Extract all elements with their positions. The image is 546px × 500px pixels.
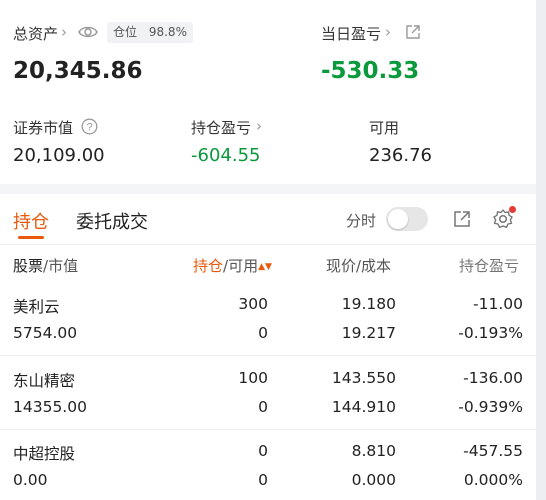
position-label: 仓位 xyxy=(113,25,138,39)
sort-icon: ▲▼ xyxy=(258,262,272,272)
column-header-price[interactable]: 现价/成本 xyxy=(326,255,391,276)
current-price: 8.810 xyxy=(351,442,396,460)
tab-orders[interactable]: 委托成交 xyxy=(76,208,148,234)
header-available: /可用 xyxy=(223,257,259,275)
holding-qty: 100 xyxy=(238,369,268,387)
holding-pnl: -457.55 xyxy=(463,442,523,460)
notification-dot xyxy=(509,206,516,213)
chevron-right-icon[interactable]: › xyxy=(385,23,391,41)
stock-name: 美利云 xyxy=(13,298,60,316)
available-qty: 0 xyxy=(258,471,268,489)
divider xyxy=(0,355,536,356)
holding-pnl: -11.00 xyxy=(473,295,523,313)
holdings-card xyxy=(0,194,536,500)
current-price: 143.550 xyxy=(331,369,396,387)
stock-market-value: 14355.00 xyxy=(13,398,87,416)
available-label: 可用 xyxy=(369,119,400,137)
chevron-right-icon[interactable]: › xyxy=(256,117,262,135)
background-strip xyxy=(536,0,546,500)
active-tab-indicator xyxy=(18,236,44,239)
total-assets-label[interactable]: 总资产 xyxy=(13,23,58,44)
toggle-knob xyxy=(388,209,408,229)
cost-price: 19.217 xyxy=(341,324,396,342)
divider xyxy=(0,244,536,245)
cost-price: 0.000 xyxy=(351,471,396,489)
divider xyxy=(0,429,536,430)
holding-pnl-percent: -0.193% xyxy=(458,324,523,342)
chevron-right-icon[interactable]: › xyxy=(61,23,67,41)
holding-pnl-percent: 0.000% xyxy=(463,471,523,489)
market-value-label: 证券市值 xyxy=(13,119,74,137)
market-value-value: 20,109.00 xyxy=(13,145,105,166)
stock-name: 东山精密 xyxy=(13,372,76,390)
stock-name: 中超控股 xyxy=(13,445,76,463)
stock-market-value: 0.00 xyxy=(13,471,48,489)
external-link-icon[interactable] xyxy=(405,24,421,44)
timeshare-label: 分时 xyxy=(346,212,377,230)
available-value: 236.76 xyxy=(369,145,432,166)
current-price: 19.180 xyxy=(341,295,396,313)
timeshare-toggle[interactable] xyxy=(386,207,428,231)
header-market-value: /市值 xyxy=(43,257,79,275)
daily-pnl-label[interactable]: 当日盈亏 xyxy=(321,23,381,44)
daily-pnl-value: -530.33 xyxy=(321,58,420,84)
position-badge: 仓位 98.8% xyxy=(107,22,193,43)
header-stock: 股票 xyxy=(13,257,44,275)
total-assets-value: 20,345.86 xyxy=(13,58,143,84)
column-header-holding[interactable]: 持仓/可用▲▼ xyxy=(193,255,272,276)
holding-qty: 0 xyxy=(258,442,268,460)
holding-pnl-label[interactable]: 持仓盈亏 xyxy=(191,117,251,138)
holding-pnl-value: -604.55 xyxy=(191,145,261,166)
column-header-stock[interactable]: 股票/市值 xyxy=(13,255,78,276)
eye-icon[interactable] xyxy=(78,24,98,44)
stock-market-value: 5754.00 xyxy=(13,324,78,342)
help-circle-icon[interactable]: ? xyxy=(81,118,98,139)
tab-holdings[interactable]: 持仓 xyxy=(13,208,49,234)
available-qty: 0 xyxy=(258,324,268,342)
available-qty: 0 xyxy=(258,398,268,416)
header-holding: 持仓 xyxy=(193,257,224,275)
column-header-pnl[interactable]: 持仓盈亏 xyxy=(459,255,519,276)
holding-pnl: -136.00 xyxy=(463,369,523,387)
holding-pnl-percent: -0.939% xyxy=(458,398,523,416)
position-value: 98.8% xyxy=(148,25,187,39)
cost-price: 144.910 xyxy=(331,398,396,416)
account-summary-card: 总资产 › 仓位 98.8% 20,345.86 当日盈亏 › -530.33 … xyxy=(0,0,536,184)
holding-qty: 300 xyxy=(238,295,268,313)
share-icon[interactable] xyxy=(452,209,472,233)
svg-text:?: ? xyxy=(86,122,92,134)
